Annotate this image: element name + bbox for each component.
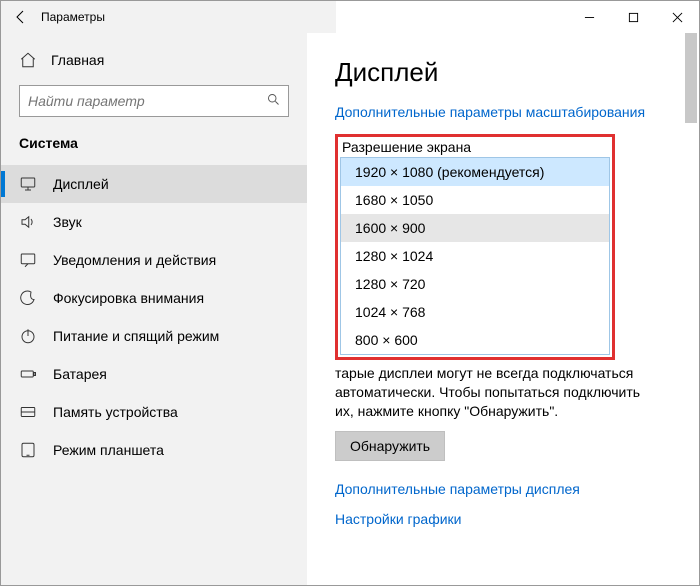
content-pane: Дисплей Дополнительные параметры масштаб…	[307, 33, 699, 585]
resolution-option[interactable]: 1024 × 768	[341, 298, 609, 326]
sidebar-item-power[interactable]: Питание и спящий режим	[1, 317, 307, 355]
sidebar-item-tablet[interactable]: Режим планшета	[1, 431, 307, 469]
sidebar-item-notifications[interactable]: Уведомления и действия	[1, 241, 307, 279]
resolution-option[interactable]: 800 × 600	[341, 326, 609, 354]
detect-description-rest: автоматически. Чтобы попытаться подключи…	[335, 384, 640, 419]
display-icon	[19, 175, 37, 193]
power-icon	[19, 327, 37, 345]
close-button[interactable]	[655, 1, 699, 33]
sidebar-item-label: Фокусировка внимания	[53, 290, 204, 306]
sidebar-item-sound[interactable]: Звук	[1, 203, 307, 241]
sidebar-item-focus[interactable]: Фокусировка внимания	[1, 279, 307, 317]
sidebar-nav: Дисплей Звук Уведомления и действия Фоку…	[1, 165, 307, 469]
resolution-dropdown-highlight: Разрешение экрана 1920 × 1080 (рекоменду…	[335, 134, 615, 360]
window-controls	[567, 1, 699, 33]
tablet-icon	[19, 441, 37, 459]
scrollbar[interactable]	[683, 33, 699, 585]
battery-icon	[19, 365, 37, 383]
sidebar-item-label: Память устройства	[53, 404, 178, 420]
resolution-option[interactable]: 1280 × 1024	[341, 242, 609, 270]
search-field[interactable]	[19, 85, 289, 117]
sidebar-item-label: Режим планшета	[53, 442, 164, 458]
search-icon	[258, 92, 288, 110]
sidebar-home[interactable]: Главная	[1, 45, 307, 75]
resolution-option[interactable]: 1680 × 1050	[341, 186, 609, 214]
titlebar-spacer-white	[336, 1, 567, 33]
maximize-button[interactable]	[611, 1, 655, 33]
advanced-display-link[interactable]: Дополнительные параметры дисплея	[335, 481, 671, 497]
sidebar-item-display[interactable]: Дисплей	[1, 165, 307, 203]
home-icon	[19, 51, 37, 69]
focus-icon	[19, 289, 37, 307]
titlebar: Параметры	[1, 1, 699, 33]
sidebar-item-storage[interactable]: Память устройства	[1, 393, 307, 431]
detect-description-partial: тарые дисплеи могут не всегда подключать…	[335, 365, 633, 381]
sidebar-item-label: Дисплей	[53, 176, 109, 192]
sidebar-item-label: Питание и спящий режим	[53, 328, 219, 344]
detect-button[interactable]: Обнаружить	[335, 431, 445, 461]
storage-icon	[19, 403, 37, 421]
sidebar-home-label: Главная	[51, 52, 104, 68]
scrollbar-thumb[interactable]	[685, 33, 697, 123]
notifications-icon	[19, 251, 37, 269]
resolution-options: 1920 × 1080 (рекомендуется) 1680 × 1050 …	[340, 157, 610, 355]
back-button[interactable]	[1, 1, 41, 33]
sidebar: Главная Система Дисплей Звук	[1, 33, 307, 585]
page-title: Дисплей	[335, 57, 671, 88]
sidebar-item-label: Уведомления и действия	[53, 252, 216, 268]
detect-description: тарые дисплеи могут не всегда подключать…	[335, 364, 645, 421]
sidebar-section-title: Система	[1, 131, 307, 165]
resolution-option[interactable]: 1280 × 720	[341, 270, 609, 298]
advanced-scaling-link[interactable]: Дополнительные параметры масштабирования	[335, 104, 671, 120]
sidebar-item-label: Звук	[53, 214, 82, 230]
sidebar-item-battery[interactable]: Батарея	[1, 355, 307, 393]
resolution-option[interactable]: 1920 × 1080 (рекомендуется)	[341, 158, 609, 186]
sound-icon	[19, 213, 37, 231]
search-input[interactable]	[20, 93, 258, 109]
minimize-button[interactable]	[567, 1, 611, 33]
resolution-label: Разрешение экрана	[340, 139, 610, 157]
window-title: Параметры	[41, 10, 105, 24]
graphics-settings-link[interactable]: Настройки графики	[335, 511, 671, 527]
sidebar-item-label: Батарея	[53, 366, 107, 382]
resolution-option[interactable]: 1600 × 900	[341, 214, 609, 242]
